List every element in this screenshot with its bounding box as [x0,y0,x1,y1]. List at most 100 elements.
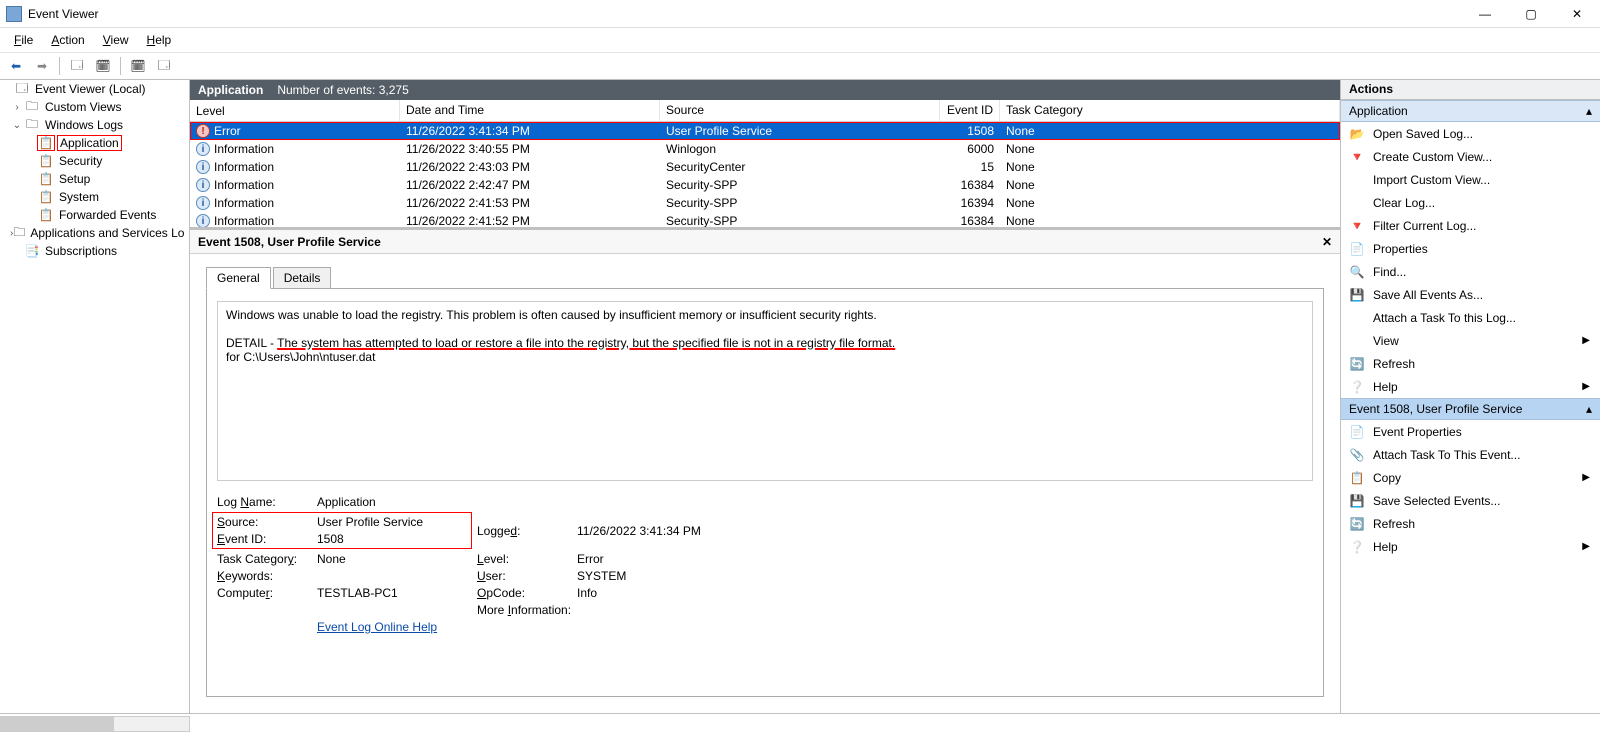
action-item[interactable]: 🔄Refresh [1341,352,1600,375]
actions-section-application[interactable]: Application ▴ [1341,100,1600,122]
action-label: Save Selected Events... [1373,494,1500,508]
cell-source: Security-SPP [660,178,940,192]
detail-properties: Log Name: Application Source: User Profi… [217,495,1313,634]
label-level: Level: [477,552,577,566]
cell-source: Security-SPP [660,214,940,227]
folder-icon: 🗀 [24,118,40,132]
action-label: Attach a Task To this Log... [1373,311,1516,325]
table-row[interactable]: iInformation11/26/2022 3:40:55 PMWinlogo… [190,140,1340,158]
col-level[interactable]: Level [190,100,400,121]
action-item[interactable]: 📋Copy▶ [1341,466,1600,489]
tree-security[interactable]: 📋Security [0,152,189,170]
table-row[interactable]: iInformation11/26/2022 2:43:03 PMSecurit… [190,158,1340,176]
nav-tree[interactable]: 🗔Event Viewer (Local) ›🗀Custom Views ⌄🗀W… [0,80,190,713]
cell-datetime: 11/26/2022 2:41:53 PM [400,196,660,210]
close-button[interactable]: ✕ [1554,0,1600,28]
table-body[interactable]: !Error11/26/2022 3:41:34 PMUser Profile … [190,122,1340,227]
action-item[interactable]: 📄Event Properties [1341,420,1600,443]
cell-datetime: 11/26/2022 2:41:52 PM [400,214,660,227]
action-icon: 💾 [1349,288,1365,302]
table-row[interactable]: iInformation11/26/2022 2:41:53 PMSecurit… [190,194,1340,212]
cell-eventid: 15 [940,160,1000,174]
action-item[interactable]: View▶ [1341,329,1600,352]
toolbar-btn-4[interactable]: 🗔 [152,55,176,77]
action-item[interactable]: Attach a Task To this Log... [1341,306,1600,329]
label-keywords: Keywords: [217,569,317,583]
actions-section-event[interactable]: Event 1508, User Profile Service ▴ [1341,398,1600,420]
action-item[interactable]: ❔Help▶ [1341,375,1600,398]
value-eventid: 1508 [317,532,477,546]
tree-custom-views[interactable]: ›🗀Custom Views [0,98,189,116]
tab-details[interactable]: Details [273,267,332,289]
toolbar-btn-2[interactable]: 🗓 [91,55,115,77]
menubar: File Action View Help [0,28,1600,52]
value-source: User Profile Service [317,515,477,529]
table-row[interactable]: iInformation11/26/2022 2:41:52 PMSecurit… [190,212,1340,227]
tree-subscriptions[interactable]: 📑Subscriptions [0,242,189,260]
action-item[interactable]: 💾Save All Events As... [1341,283,1600,306]
cell-eventid: 16384 [940,214,1000,227]
action-icon: 📄 [1349,242,1365,256]
menu-file[interactable]: File [6,31,41,49]
action-icon: 🔄 [1349,517,1365,531]
action-label: Find... [1373,265,1406,279]
cell-eventid: 16394 [940,196,1000,210]
action-label: Copy [1373,471,1401,485]
log-icon: 📋 [38,136,54,150]
table-header: Level Date and Time Source Event ID Task… [190,100,1340,122]
collapse-icon: ▴ [1586,104,1592,118]
action-item[interactable]: ❔Help▶ [1341,535,1600,558]
back-button[interactable]: ⬅ [4,55,28,77]
action-item[interactable]: 🔍Find... [1341,260,1600,283]
forward-button[interactable]: ➡ [30,55,54,77]
tree-application[interactable]: 📋Application [0,134,189,152]
menu-action[interactable]: Action [43,31,92,49]
detail-tabs: General Details [206,266,1340,288]
toolbar-btn-3[interactable]: 🗓 [126,55,150,77]
cell-taskcategory: None [1000,160,1340,174]
action-item[interactable]: 📄Properties [1341,237,1600,260]
col-source[interactable]: Source [660,100,940,121]
submenu-arrow-icon: ▶ [1582,335,1590,346]
action-icon: 🔄 [1349,357,1365,371]
col-taskcategory[interactable]: Task Category [1000,100,1340,121]
action-item[interactable]: 📎Attach Task To This Event... [1341,443,1600,466]
detail-close-button[interactable]: ✕ [1322,235,1332,249]
subscriptions-icon: 📑 [24,244,40,258]
tree-system[interactable]: 📋System [0,188,189,206]
folder-icon: 🗀 [13,226,25,240]
cell-level: Information [214,178,274,192]
action-item[interactable]: 💾Save Selected Events... [1341,489,1600,512]
action-item[interactable]: 🔄Refresh [1341,512,1600,535]
action-item[interactable]: Clear Log... [1341,191,1600,214]
col-datetime[interactable]: Date and Time [400,100,660,121]
footer [0,713,1600,733]
cell-level: Information [214,142,274,156]
tree-windows-logs[interactable]: ⌄🗀Windows Logs [0,116,189,134]
tree-app-services[interactable]: ›🗀Applications and Services Lo [0,224,189,242]
table-row[interactable]: iInformation11/26/2022 2:42:47 PMSecurit… [190,176,1340,194]
action-item[interactable]: 🔻Create Custom View... [1341,145,1600,168]
tab-general[interactable]: General [206,267,271,289]
log-icon: 📋 [38,172,54,186]
menu-help[interactable]: Help [139,31,180,49]
minimize-button[interactable]: — [1462,0,1508,28]
tree-setup[interactable]: 📋Setup [0,170,189,188]
action-item[interactable]: Import Custom View... [1341,168,1600,191]
cell-eventid: 6000 [940,142,1000,156]
tree-root[interactable]: 🗔Event Viewer (Local) [0,80,189,98]
horizontal-scrollbar[interactable] [0,716,190,732]
action-item[interactable]: 🔻Filter Current Log... [1341,214,1600,237]
menu-view[interactable]: View [95,31,137,49]
label-moreinfo: More Information: [477,603,577,617]
action-item[interactable]: 📂Open Saved Log... [1341,122,1600,145]
toolbar-btn-1[interactable]: 🗔 [65,55,89,77]
col-eventid[interactable]: Event ID [940,100,1000,121]
value-computer: TESTLAB-PC1 [317,586,477,600]
link-online-help[interactable]: Event Log Online Help [317,620,777,634]
cell-source: User Profile Service [660,124,940,138]
maximize-button[interactable]: ▢ [1508,0,1554,28]
actions-list-event: 📄Event Properties📎Attach Task To This Ev… [1341,420,1600,558]
table-row[interactable]: !Error11/26/2022 3:41:34 PMUser Profile … [190,122,1340,140]
tree-forwarded[interactable]: 📋Forwarded Events [0,206,189,224]
